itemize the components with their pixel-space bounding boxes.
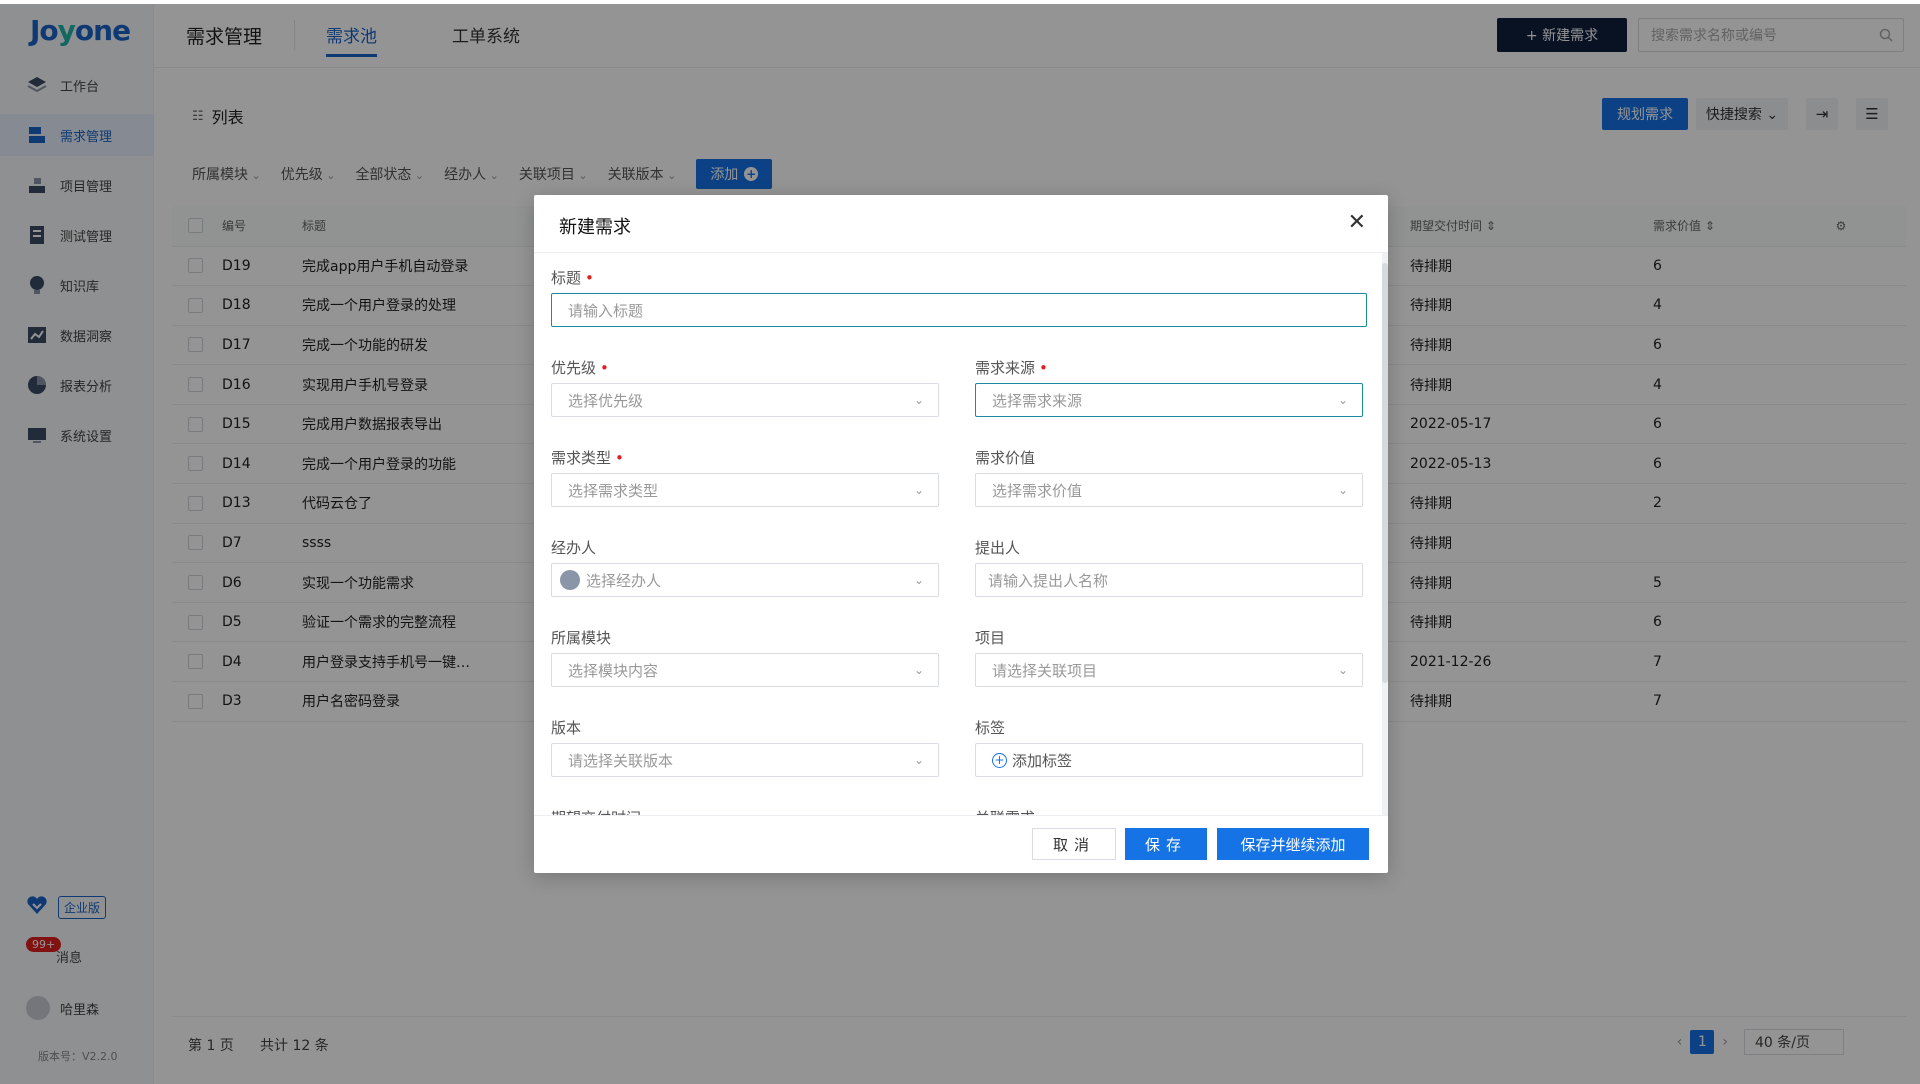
type-label: 需求类型 • <box>551 449 624 467</box>
chevron-down-icon: ⌄ <box>1337 393 1348 407</box>
project-label: 项目 <box>975 629 1006 647</box>
dialog-title: 新建需求 <box>559 217 631 238</box>
chevron-down-icon: ⌄ <box>913 753 924 767</box>
project-select[interactable]: 请选择关联项目 ⌄ <box>975 653 1363 687</box>
value-label: 需求价值 <box>975 449 1036 467</box>
priority-label: 优先级 • <box>551 359 609 377</box>
top-frame <box>0 0 1920 4</box>
chevron-down-icon: ⌄ <box>1337 483 1348 497</box>
dialog-footer: 取消 保存 保存并继续添加 <box>534 815 1388 873</box>
value-select[interactable]: 选择需求价值 ⌄ <box>975 473 1363 507</box>
plus-circle-icon: + <box>992 752 1007 768</box>
proposer-label: 提出人 <box>975 539 1021 557</box>
chevron-down-icon: ⌄ <box>913 573 924 587</box>
cancel-button[interactable]: 取消 <box>1032 828 1116 860</box>
chevron-down-icon: ⌄ <box>913 393 924 407</box>
save-button[interactable]: 保存 <box>1125 828 1207 860</box>
dialog-scrollbar[interactable] <box>1382 253 1388 815</box>
dialog-header: 新建需求 ✕ <box>534 195 1388 253</box>
title-input[interactable]: 请输入标题 <box>551 293 1367 327</box>
proposer-input[interactable]: 请输入提出人名称 <box>975 563 1363 597</box>
related-label: 关联需求 <box>975 807 1035 815</box>
add-tag-button[interactable]: + 添加标签 <box>975 743 1363 777</box>
chevron-down-icon: ⌄ <box>913 483 924 497</box>
priority-select[interactable]: 选择优先级 ⌄ <box>551 383 939 417</box>
scrollbar-thumb[interactable] <box>1382 263 1388 683</box>
version-select[interactable]: 请选择关联版本 ⌄ <box>551 743 939 777</box>
module-label: 所属模块 <box>551 629 612 647</box>
tags-label: 标签 <box>975 719 1006 737</box>
assignee-select[interactable]: 选择经办人 ⌄ <box>551 563 939 597</box>
chevron-down-icon: ⌄ <box>913 663 924 677</box>
chevron-down-icon: ⌄ <box>1337 663 1348 677</box>
title-label: 标题 • <box>551 269 594 287</box>
close-icon[interactable]: ✕ <box>1348 210 1366 235</box>
save-and-continue-button[interactable]: 保存并继续添加 <box>1217 828 1369 860</box>
source-select[interactable]: 选择需求来源 ⌄ <box>975 383 1363 417</box>
new-requirement-dialog: 新建需求 ✕ 标题 • 请输入标题 优先级 • 选择优先级 ⌄ 需求来源 • 选择需求来… <box>534 195 1388 873</box>
dialog-body: 标题 • 请输入标题 优先级 • 选择优先级 ⌄ 需求来源 • 选择需求来源 ⌄ 需求类型… <box>534 253 1388 815</box>
user-icon <box>560 570 580 590</box>
type-select[interactable]: 选择需求类型 ⌄ <box>551 473 939 507</box>
module-select[interactable]: 选择模块内容 ⌄ <box>551 653 939 687</box>
version-field-label: 版本 <box>551 719 582 737</box>
source-label: 需求来源 • <box>975 359 1048 377</box>
due-label: 期望交付时间 <box>551 807 641 815</box>
assignee-label: 经办人 <box>551 539 597 557</box>
